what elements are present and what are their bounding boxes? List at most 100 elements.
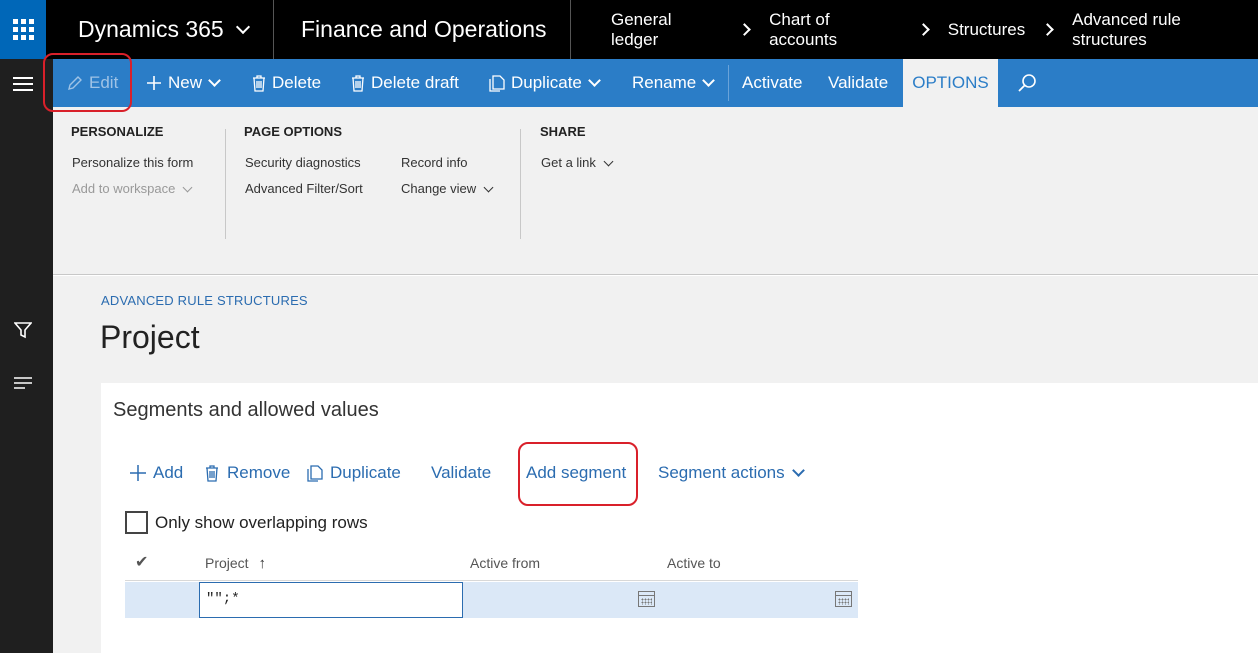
get-a-link-label: Get a link: [541, 155, 596, 170]
add-segment-highlight-annotation: [518, 442, 638, 506]
chevron-down-icon: [702, 74, 716, 87]
calendar-icon[interactable]: [835, 591, 852, 607]
group-header-share: SHARE: [540, 124, 586, 139]
breadcrumb-item[interactable]: Chart of accounts: [769, 10, 901, 50]
chevron-down-icon: [182, 182, 193, 193]
plus-icon: [146, 75, 162, 91]
column-header-active-to[interactable]: Active to: [667, 555, 721, 571]
project-header-label: Project: [205, 555, 249, 571]
activate-button[interactable]: Activate: [742, 59, 802, 107]
page-title: Project: [100, 319, 200, 355]
chevron-down-icon: [603, 156, 614, 167]
select-all-check[interactable]: ✔: [135, 552, 148, 572]
page-content: ADVANCED RULE STRUCTURES Project Segment…: [53, 276, 1258, 653]
breadcrumb: General ledger Chart of accounts Structu…: [611, 0, 1258, 59]
new-button[interactable]: New: [146, 59, 221, 107]
duplicate-button[interactable]: Duplicate: [489, 59, 601, 107]
breadcrumb-item[interactable]: General ledger: [611, 10, 722, 50]
trash-icon: [252, 74, 266, 92]
chevron-down-icon: [235, 19, 250, 34]
chevron-down-icon: [791, 464, 805, 477]
overlap-checkbox[interactable]: [125, 511, 148, 534]
change-view-label: Change view: [401, 181, 477, 196]
validate-segments-label: Validate: [431, 463, 492, 482]
sort-ascending-icon: ↑: [258, 555, 266, 572]
trash-icon: [206, 464, 218, 482]
filter-icon: [14, 322, 32, 339]
action-pane: Edit New Delete Delete draft Duplicate R…: [53, 59, 1258, 107]
ribbon-separator: [520, 129, 521, 239]
chevron-down-icon: [588, 74, 601, 87]
delete-draft-label: Delete draft: [371, 73, 459, 92]
validate-button[interactable]: Validate: [828, 59, 888, 107]
add-button[interactable]: Add: [129, 463, 183, 483]
hamburger-menu-button[interactable]: [0, 64, 46, 104]
overlap-filter[interactable]: Only show overlapping rows: [125, 511, 368, 534]
chevron-down-icon: [208, 74, 221, 87]
duplicate-row-label: Duplicate: [330, 463, 401, 482]
brand-menu[interactable]: Dynamics 365: [46, 0, 274, 59]
advanced-filter-link[interactable]: Advanced Filter/Sort: [245, 181, 363, 196]
overlap-label: Only show overlapping rows: [155, 512, 368, 532]
search-icon: [1018, 74, 1036, 92]
activate-label: Activate: [742, 73, 803, 92]
brand-label: Dynamics 365: [78, 16, 224, 42]
table-row[interactable]: "";*: [125, 582, 858, 618]
edit-highlight-annotation: [43, 53, 132, 112]
get-a-link-menu[interactable]: Get a link: [541, 155, 614, 170]
rename-button[interactable]: Rename: [632, 59, 716, 107]
breadcrumb-item[interactable]: Advanced rule structures: [1072, 10, 1258, 50]
personalize-form-link[interactable]: Personalize this form: [72, 155, 193, 170]
add-to-workspace-menu[interactable]: Add to workspace: [72, 181, 193, 196]
copy-icon: [307, 464, 323, 482]
plus-icon: [130, 465, 146, 481]
app-launcher-button[interactable]: [0, 0, 46, 59]
column-header-project[interactable]: Project ↑: [205, 555, 266, 572]
copy-icon: [489, 74, 505, 92]
top-nav-bar: Dynamics 365 Finance and Operations Gene…: [0, 0, 1258, 59]
chevron-right-icon: [738, 23, 751, 36]
column-header-active-from[interactable]: Active from: [470, 555, 540, 571]
navigation-rail: [0, 59, 53, 653]
security-diagnostics-link[interactable]: Security diagnostics: [245, 155, 361, 170]
validate-segments-button[interactable]: Validate: [431, 463, 491, 483]
chevron-right-icon: [1041, 23, 1055, 36]
segment-actions-label: Segment actions: [658, 463, 785, 482]
action-separator: [728, 65, 729, 101]
project-cell-input[interactable]: "";*: [199, 582, 463, 618]
list-view-button[interactable]: [0, 363, 46, 403]
delete-label: Delete: [272, 73, 322, 92]
filter-button[interactable]: [0, 310, 46, 350]
change-view-menu[interactable]: Change view: [401, 181, 494, 196]
calendar-icon[interactable]: [638, 591, 655, 607]
group-header-personalize: PERSONALIZE: [71, 124, 164, 139]
record-info-link[interactable]: Record info: [401, 155, 467, 170]
ribbon-separator: [225, 129, 226, 239]
search-button[interactable]: [1017, 59, 1037, 107]
delete-button[interactable]: Delete: [252, 59, 321, 107]
options-ribbon: PERSONALIZE Personalize this form Add to…: [53, 107, 1258, 275]
section-title[interactable]: Segments and allowed values: [113, 399, 379, 422]
grid-header: ✔ Project ↑ Active from Active to: [125, 545, 858, 581]
chevron-down-icon: [483, 182, 494, 193]
group-header-page-options: PAGE OPTIONS: [244, 124, 342, 139]
add-label: Add: [153, 463, 184, 482]
tab-options[interactable]: OPTIONS: [903, 59, 998, 107]
delete-draft-button[interactable]: Delete draft: [351, 59, 459, 107]
segments-fasttab: Segments and allowed values Add Remove D…: [101, 383, 1258, 653]
hamburger-icon: [13, 73, 33, 95]
duplicate-row-button[interactable]: Duplicate: [307, 463, 401, 483]
page-breadcrumb[interactable]: ADVANCED RULE STRUCTURES: [101, 293, 308, 308]
waffle-icon: [12, 19, 34, 40]
segment-actions-menu[interactable]: Segment actions: [658, 463, 805, 483]
trash-icon: [351, 74, 365, 92]
validate-label: Validate: [828, 73, 889, 92]
remove-button[interactable]: Remove: [205, 463, 290, 483]
breadcrumb-item[interactable]: Structures: [948, 20, 1025, 40]
remove-label: Remove: [227, 463, 291, 482]
rename-label: Rename: [632, 73, 697, 92]
list-icon: [14, 377, 32, 389]
chevron-right-icon: [916, 23, 930, 36]
new-label: New: [168, 73, 203, 92]
duplicate-label: Duplicate: [511, 73, 582, 92]
